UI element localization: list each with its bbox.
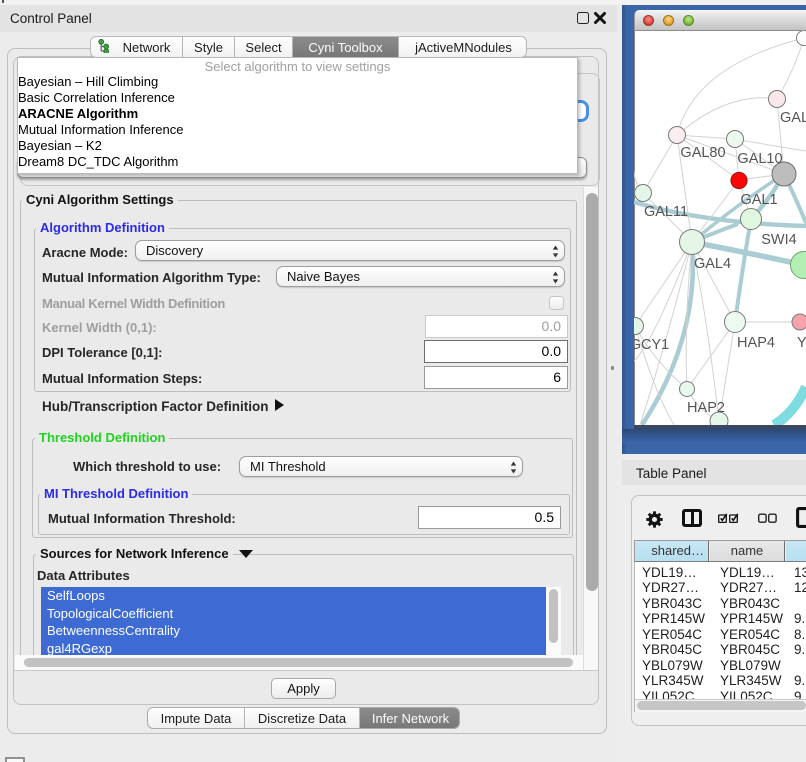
- svg-text:HAP4: HAP4: [737, 335, 775, 351]
- svg-text:GAL4: GAL4: [694, 256, 731, 272]
- svg-text:GAL11: GAL11: [644, 204, 688, 220]
- svg-text:GAL80: GAL80: [680, 145, 725, 161]
- svg-text:GAL7: GAL7: [780, 110, 806, 126]
- svg-text:Y: Y: [797, 335, 806, 351]
- svg-text:GAL10: GAL10: [737, 151, 782, 167]
- svg-text:GCY1: GCY1: [634, 337, 669, 353]
- svg-text:HAP2: HAP2: [687, 400, 725, 416]
- svg-text:GAL1: GAL1: [740, 192, 777, 208]
- svg-text:SWI4: SWI4: [761, 232, 796, 248]
